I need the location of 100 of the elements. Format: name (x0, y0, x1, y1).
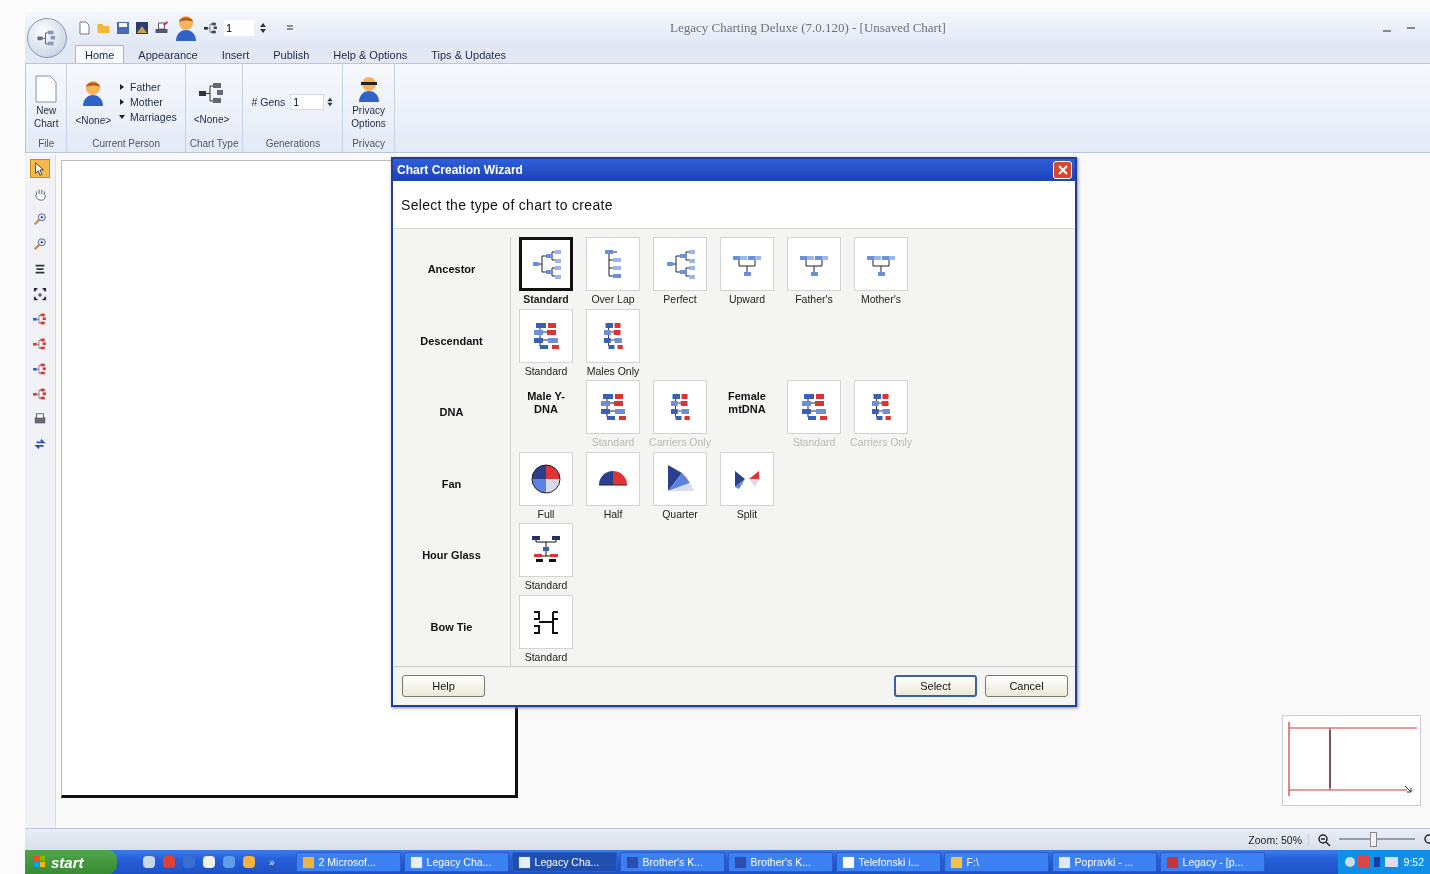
taskbar-button[interactable]: Telefonski i... (835, 852, 941, 872)
ribbon-tab[interactable]: Insert (211, 45, 260, 63)
tile-caption: Standard (523, 293, 569, 305)
app-icon[interactable] (142, 855, 156, 869)
generations-field[interactable]: 1 (290, 94, 325, 110)
tile-caption: Standard (792, 436, 836, 448)
ribbon-tab[interactable]: Tips & Updates (421, 45, 517, 63)
tree-icon (36, 28, 58, 48)
chart-type-icon (530, 248, 562, 280)
ribbon-tab[interactable]: Publish (263, 45, 320, 63)
window-icon (1057, 855, 1071, 869)
group-label: Chart Type (188, 137, 240, 151)
slider-thumb[interactable] (1370, 832, 1378, 847)
close-icon (1057, 165, 1068, 175)
masked-person-icon (356, 75, 381, 103)
window-icon (409, 855, 423, 869)
tree-icon (32, 336, 48, 351)
dna-heading: Female mtDNA (727, 389, 767, 417)
ribbon-tab[interactable]: Help & Options (323, 45, 418, 63)
tool-button[interactable] (30, 159, 50, 178)
chart-type-tile[interactable] (519, 237, 573, 291)
tile-caption: Standard (524, 579, 568, 591)
window-icon (1165, 855, 1179, 869)
category-label: Bow Tie (430, 620, 473, 633)
person-link[interactable]: Marriages (119, 111, 177, 123)
category-label: DNA (439, 406, 464, 418)
zoom-in-icon[interactable] (1423, 832, 1430, 847)
fit-icon (33, 286, 47, 301)
tile-caption: Carriers Only (850, 436, 912, 448)
window-icon (517, 855, 531, 869)
window-title: Legacy Charting Deluxe (7.0.120) - [Unsaved Chart] (669, 20, 947, 36)
help-button[interactable]: Help (402, 675, 485, 697)
chart-type-icon (664, 248, 696, 280)
group-label: Current Person (91, 137, 161, 151)
windows-logo-icon (33, 855, 47, 869)
group-label: File (37, 137, 56, 151)
current-person-button[interactable]: <None> (75, 78, 112, 126)
printer-icon (33, 411, 47, 426)
person-link[interactable]: Father (119, 81, 177, 93)
zoom-out-icon (33, 236, 47, 251)
new-chart-button[interactable]: New Chart (34, 75, 59, 129)
tile-caption: Upward (728, 293, 766, 305)
taskbar-button[interactable]: Legacy - [p... (1159, 852, 1265, 872)
group-label: Privacy (351, 137, 386, 151)
window-icon (301, 855, 315, 869)
category-label: Descendant (420, 334, 483, 347)
tree-icon[interactable] (203, 21, 219, 35)
generations-field[interactable]: 1 (224, 20, 254, 36)
tile-caption: Standard (524, 650, 568, 663)
picture-icon[interactable] (135, 21, 149, 35)
category-label: Ancestor (427, 263, 476, 275)
tile-caption: Full (537, 507, 555, 520)
person-icon (174, 14, 198, 42)
navigator-panel[interactable] (1282, 715, 1421, 806)
more-icon[interactable]: » (269, 856, 293, 868)
window-icon (625, 855, 639, 869)
zoom-out-icon[interactable] (1317, 832, 1331, 847)
tile-caption: Standard (591, 436, 635, 448)
close-button[interactable] (1053, 161, 1072, 179)
taskbar-button[interactable]: Brother's K... (727, 852, 833, 872)
dialog-heading: Select the type of chart to create (401, 196, 613, 213)
save-icon[interactable] (116, 21, 130, 35)
person-icon (81, 78, 106, 107)
ribbon-tab[interactable]: Appearance (128, 45, 208, 63)
dialog-title: Chart Creation Wizard (397, 163, 523, 177)
cancel-button[interactable]: Cancel (985, 675, 1068, 697)
taskbar-button[interactable]: Legacy Cha... (511, 852, 617, 872)
printer-icon[interactable] (154, 21, 169, 35)
tree-icon (32, 311, 48, 326)
window-icon (733, 855, 747, 869)
new-document-icon[interactable] (77, 21, 91, 35)
chart-type-icon (530, 462, 562, 495)
tree-icon (32, 386, 48, 401)
taskbar-button[interactable]: F:\ (943, 852, 1049, 872)
spinner-icon[interactable] (259, 21, 267, 35)
tile-caption: Carriers Only (649, 436, 711, 448)
tile-caption: Males Only (586, 364, 640, 377)
start-button[interactable]: start (25, 850, 117, 874)
app-icon[interactable] (202, 855, 216, 869)
zoom-in-icon (33, 211, 47, 226)
taskbar-button[interactable]: Popravki - ... (1051, 852, 1157, 872)
category-label: Hour Glass (422, 549, 481, 561)
swap-icon (33, 436, 47, 451)
tile-caption: Quarter (662, 507, 698, 520)
taskbar-button[interactable]: Brother's K... (619, 852, 725, 872)
privacy-options-button[interactable]: Privacy Options (351, 75, 386, 129)
ribbon-tab[interactable]: Home (75, 45, 125, 63)
tree-icon (32, 361, 48, 376)
tile-caption: Standard (524, 364, 568, 377)
window-icon (841, 855, 855, 869)
app-icon[interactable] (242, 855, 256, 869)
chart-type-button[interactable]: <None> (193, 79, 230, 125)
person-link[interactable]: Mother (119, 96, 177, 108)
select-button[interactable]: Select (894, 675, 977, 697)
tile-caption: Split (736, 507, 758, 520)
taskbar-button[interactable]: 2 Microsof... (295, 852, 401, 872)
group-label: Generations (264, 137, 322, 151)
dna-heading: Male Y-DNA (526, 389, 566, 417)
taskbar-button[interactable]: Legacy Cha... (403, 852, 509, 872)
blank-page-icon (34, 75, 59, 103)
